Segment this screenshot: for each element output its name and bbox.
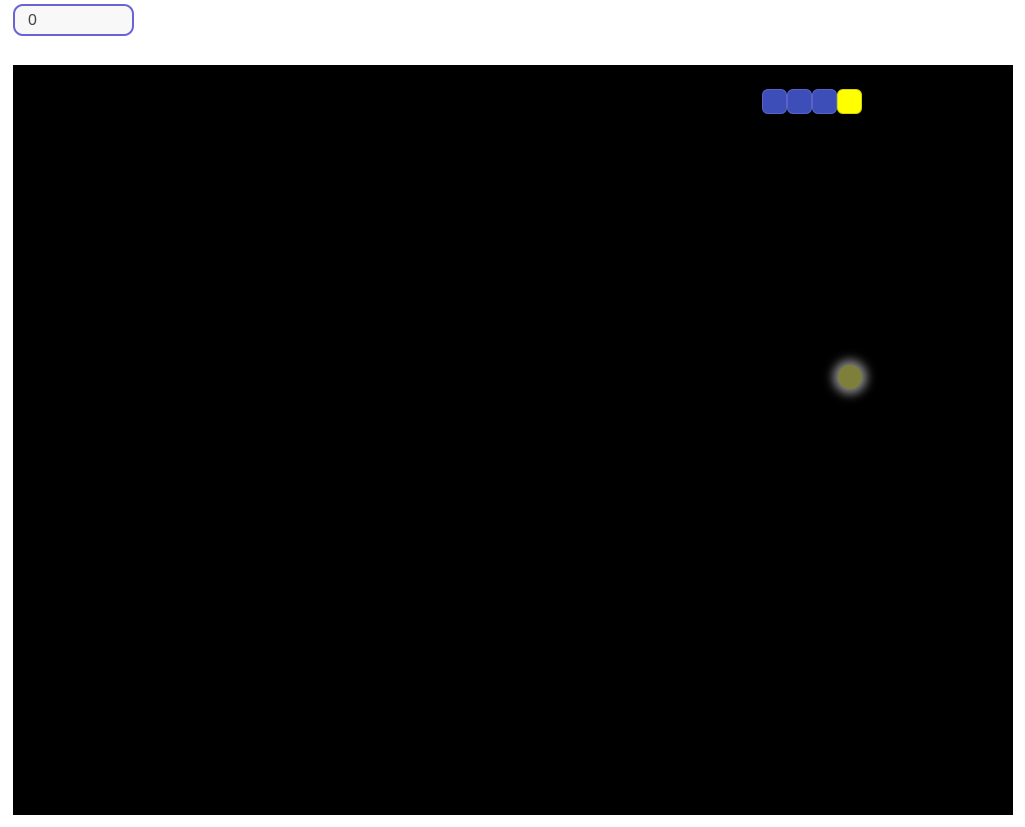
snake-body-segment xyxy=(787,89,812,114)
snake-head xyxy=(837,89,862,114)
snake-body-segment xyxy=(762,89,787,114)
game-board[interactable] xyxy=(13,65,1013,815)
food-pellet xyxy=(838,365,862,389)
snake-body-segment xyxy=(812,89,837,114)
score-display[interactable]: 0 xyxy=(13,4,134,36)
